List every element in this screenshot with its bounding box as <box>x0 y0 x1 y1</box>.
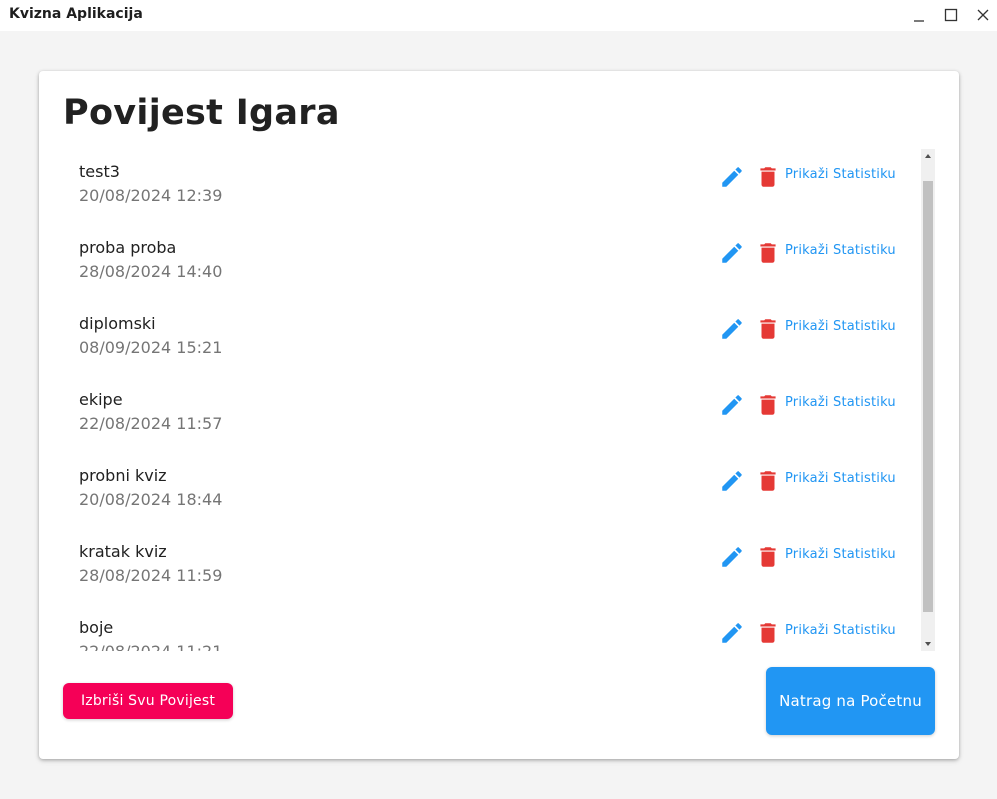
clear-history-button[interactable]: Izbriši Svu Povijest <box>63 683 233 719</box>
game-list-item: proba proba 28/08/2024 14:40 Prikaži Stati… <box>63 225 921 301</box>
trash-icon[interactable] <box>755 164 781 190</box>
app-title: Kvizna Aplikacija <box>9 6 143 22</box>
pencil-icon[interactable] <box>719 468 745 494</box>
game-date: 22/08/2024 11:21 <box>79 642 222 651</box>
page-title: Povijest Igara <box>63 93 340 133</box>
trash-icon[interactable] <box>755 316 781 342</box>
maximize-icon[interactable] <box>941 5 961 25</box>
game-name: test3 <box>79 162 120 181</box>
game-name: diplomski <box>79 314 156 333</box>
trash-icon[interactable] <box>755 240 781 266</box>
show-statistics-button[interactable]: Prikaži Statistiku <box>785 319 896 334</box>
scroll-down-arrow-icon[interactable] <box>921 637 935 651</box>
show-statistics-button[interactable]: Prikaži Statistiku <box>785 623 896 638</box>
pencil-icon[interactable] <box>719 164 745 190</box>
trash-icon[interactable] <box>755 544 781 570</box>
show-statistics-button[interactable]: Prikaži Statistiku <box>785 395 896 410</box>
history-card: Povijest Igara test3 20/08/2024 12:39 Prik… <box>39 71 959 759</box>
game-date: 28/08/2024 14:40 <box>79 262 223 281</box>
trash-icon[interactable] <box>755 392 781 418</box>
game-date: 22/08/2024 11:57 <box>79 414 223 433</box>
show-statistics-button[interactable]: Prikaži Statistiku <box>785 471 896 486</box>
game-name: ekipe <box>79 390 123 409</box>
trash-icon[interactable] <box>755 468 781 494</box>
close-icon[interactable] <box>973 5 993 25</box>
pencil-icon[interactable] <box>719 240 745 266</box>
game-name: kratak kviz <box>79 542 167 561</box>
trash-icon[interactable] <box>755 620 781 646</box>
scrollbar-thumb[interactable] <box>923 181 933 612</box>
game-date: 28/08/2024 11:59 <box>79 566 223 585</box>
game-name: proba proba <box>79 238 177 257</box>
game-list-item: probni kviz 20/08/2024 18:44 Prikaži Stati… <box>63 453 921 529</box>
game-date: 08/09/2024 15:21 <box>79 338 223 357</box>
show-statistics-button[interactable]: Prikaži Statistiku <box>785 243 896 258</box>
show-statistics-button[interactable]: Prikaži Statistiku <box>785 547 896 562</box>
pencil-icon[interactable] <box>719 620 745 646</box>
game-date: 20/08/2024 12:39 <box>79 186 223 205</box>
game-list-item: ekipe 22/08/2024 11:57 Prikaži Statistiku <box>63 377 921 453</box>
scroll-up-arrow-icon[interactable] <box>921 149 935 163</box>
game-list-item: kratak kviz 28/08/2024 11:59 Prikaži Stati… <box>63 529 921 605</box>
show-statistics-button[interactable]: Prikaži Statistiku <box>785 167 896 182</box>
game-list-item: diplomski 08/09/2024 15:21 Prikaži Statist… <box>63 301 921 377</box>
pencil-icon[interactable] <box>719 392 745 418</box>
game-history-list[interactable]: test3 20/08/2024 12:39 Prikaži Statistiku p… <box>63 149 935 651</box>
title-bar: Kvizna Aplikacija <box>0 0 997 31</box>
game-list-item: boje 22/08/2024 11:21 Prikaži Statistiku <box>63 605 921 651</box>
game-name: probni kviz <box>79 466 167 485</box>
game-name: boje <box>79 618 114 637</box>
pencil-icon[interactable] <box>719 544 745 570</box>
back-to-home-button[interactable]: Natrag na Početnu <box>766 667 935 735</box>
minimize-icon[interactable] <box>909 5 929 25</box>
game-list-item: test3 20/08/2024 12:39 Prikaži Statistiku <box>63 149 921 225</box>
game-date: 20/08/2024 18:44 <box>79 490 223 509</box>
list-scrollbar[interactable] <box>921 149 935 651</box>
pencil-icon[interactable] <box>719 316 745 342</box>
